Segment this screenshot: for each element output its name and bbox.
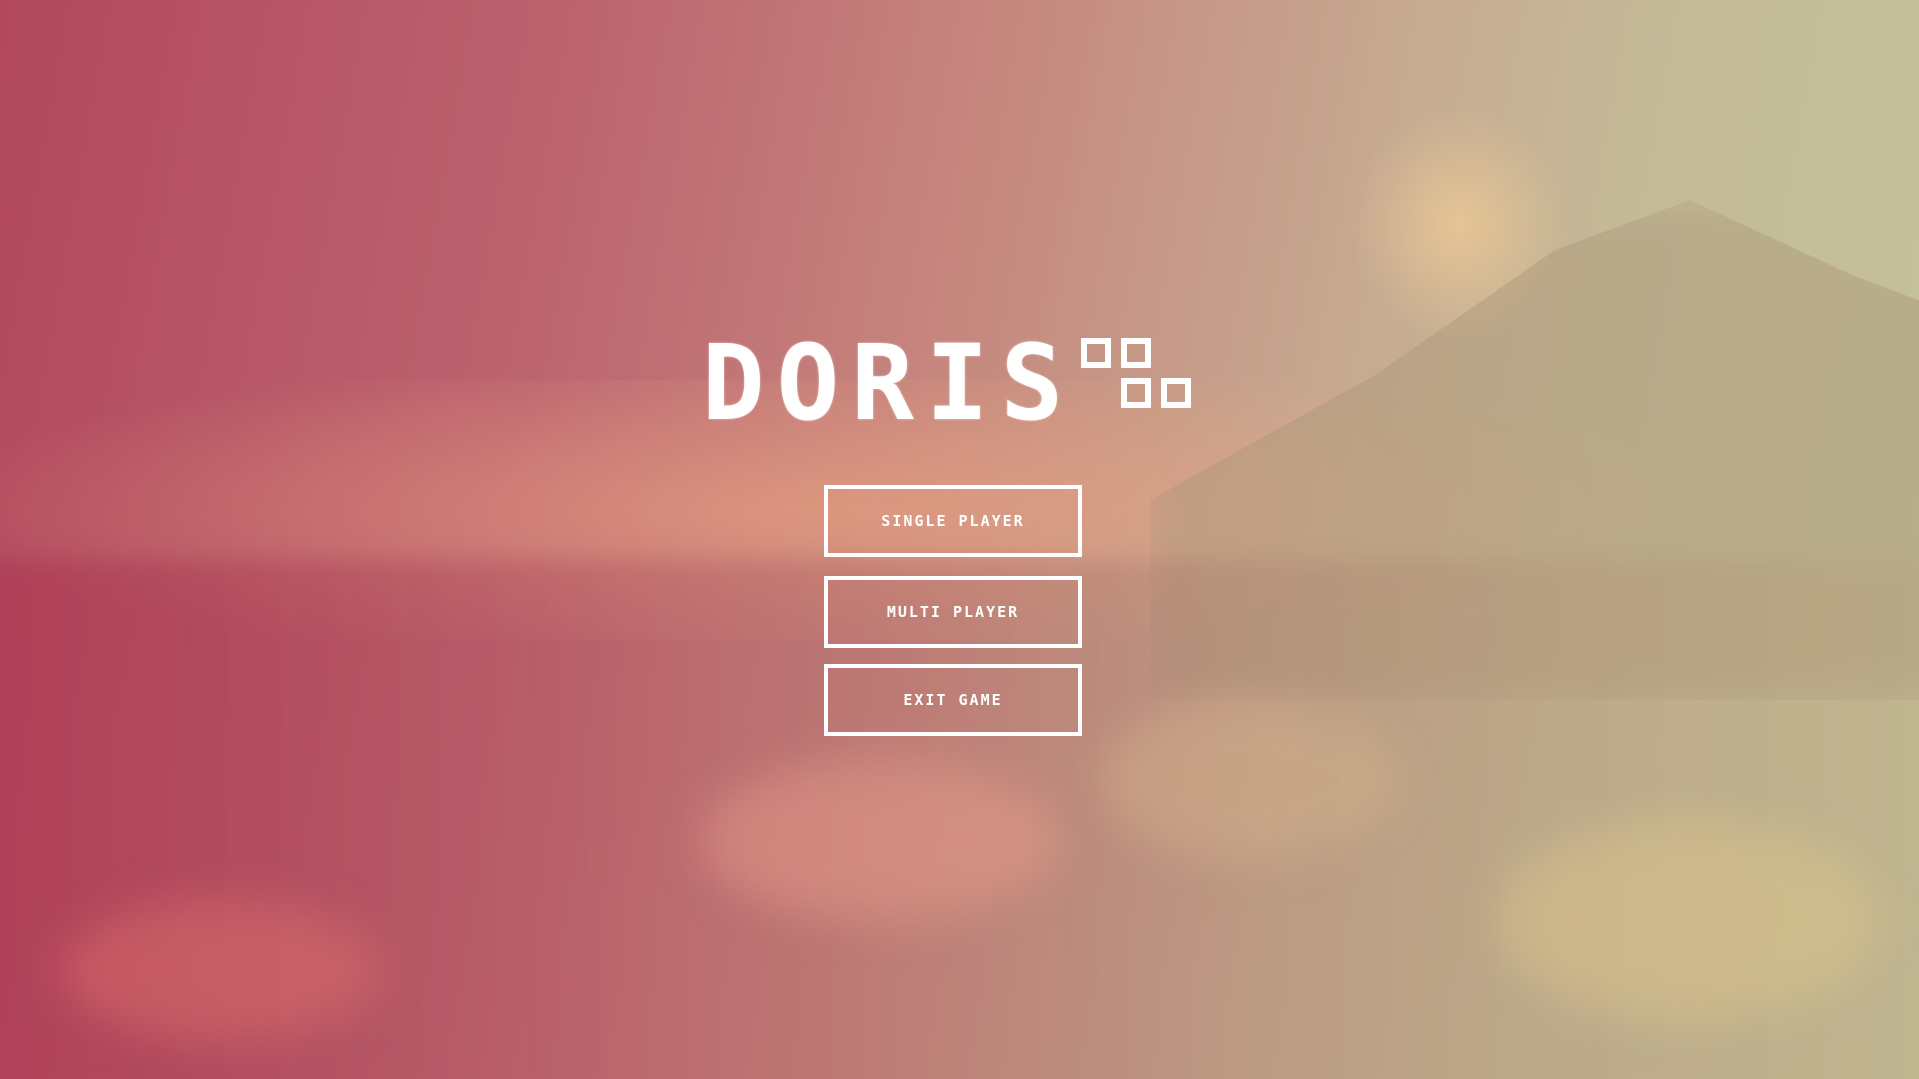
single-player-button[interactable]: SINGLE PLAYER	[824, 485, 1082, 557]
exit-game-label: EXIT GAME	[903, 691, 1003, 709]
exit-game-button[interactable]: EXIT GAME	[824, 664, 1082, 736]
logo-square	[1161, 378, 1192, 408]
main-menu: DORIS SINGLE PLAYER MULTI PLAYER EXIT GA…	[0, 0, 1919, 1079]
single-player-label: SINGLE PLAYER	[881, 512, 1025, 530]
multi-player-button[interactable]: MULTI PLAYER	[824, 576, 1082, 648]
game-title: DORIS	[702, 322, 1076, 444]
game-logo: DORIS	[702, 322, 1205, 444]
logo-square	[1081, 338, 1112, 368]
logo-square	[1121, 378, 1152, 408]
logo-square	[1121, 338, 1152, 368]
four-squares-icon	[1081, 338, 1205, 422]
multi-player-label: MULTI PLAYER	[886, 603, 1020, 621]
